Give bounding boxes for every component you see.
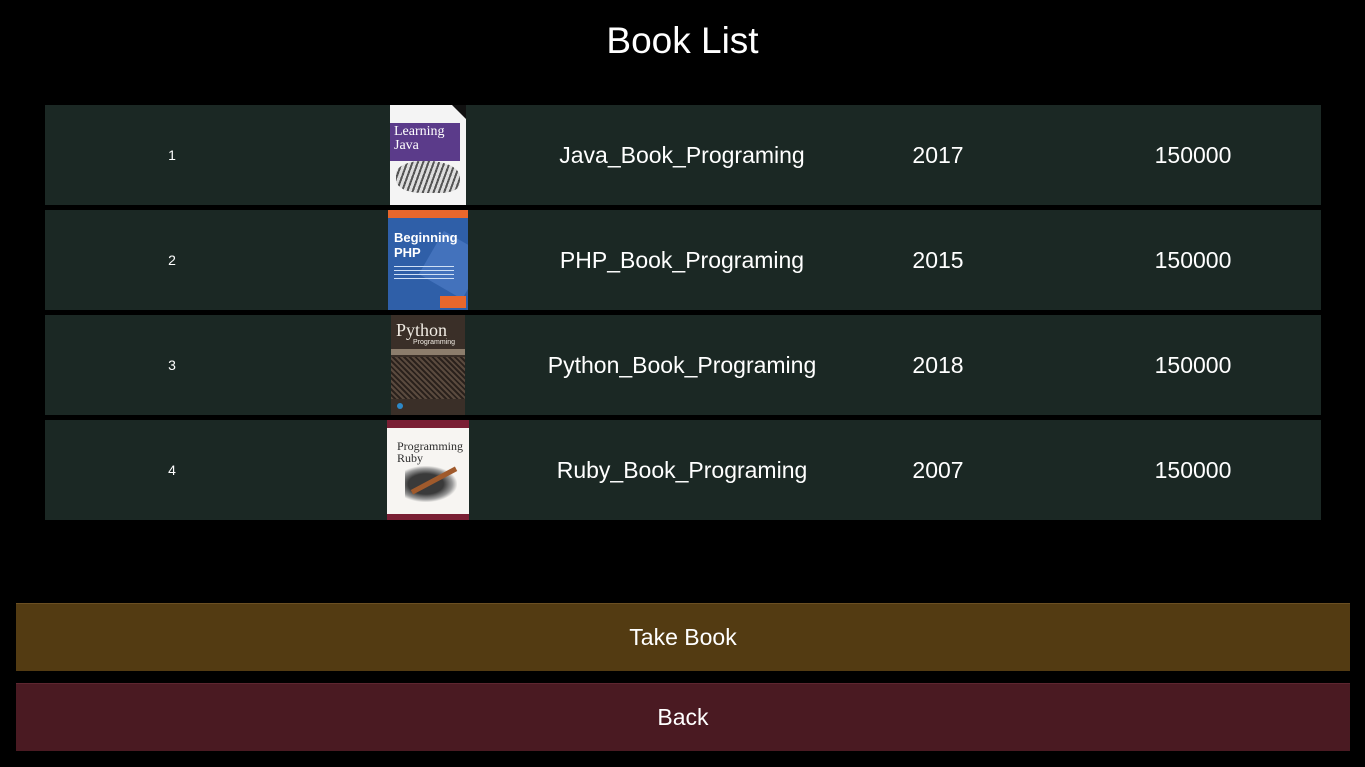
book-title: Java_Book_Programing <box>559 141 805 168</box>
cover-subtitle: Programming <box>413 339 456 346</box>
book-year: 2007 <box>912 456 964 483</box>
book-row-1[interactable]: 1 Learning Java Java_Book_Programing 201… <box>45 105 1321 205</box>
book-year: 2017 <box>912 141 964 168</box>
book-price: 150000 <box>1154 351 1232 378</box>
book-index: 4 <box>168 462 176 478</box>
book-index: 1 <box>168 147 176 163</box>
book-row-3[interactable]: 3 Python Programming Python_Book_Program… <box>45 315 1321 415</box>
book-index: 3 <box>168 357 176 373</box>
take-book-button[interactable]: Take Book <box>16 603 1350 671</box>
book-price: 150000 <box>1154 456 1232 483</box>
book-title: PHP_Book_Programing <box>559 246 805 273</box>
cover-title: Programming Ruby <box>397 439 463 465</box>
book-price: 150000 <box>1154 141 1232 168</box>
cover-title: Beginning PHP <box>394 230 458 260</box>
book-list-screen: Book List 1 Learning Java Java_Book_Prog… <box>0 0 1365 767</box>
book-list: 1 Learning Java Java_Book_Programing 201… <box>45 105 1321 525</box>
book-row-4[interactable]: 4 Programming Ruby Ruby_Book_Programing … <box>45 420 1321 520</box>
book-cover-cell: Python Programming <box>387 315 469 415</box>
python-programming-cover-image: Python Programming <box>391 315 465 415</box>
cover-title: Learning Java <box>394 124 445 153</box>
book-cover-cell: Programming Ruby <box>387 420 469 520</box>
cover-title: Python <box>396 320 448 340</box>
book-year: 2015 <box>912 246 964 273</box>
programming-ruby-cover-image: Programming Ruby <box>387 420 469 520</box>
book-row-2[interactable]: 2 Beginning PHP PHP_Book_Programing 2015… <box>45 210 1321 310</box>
book-cover-cell: Beginning PHP <box>387 210 469 310</box>
book-price: 150000 <box>1154 246 1232 273</box>
page-title: Book List <box>606 20 759 61</box>
learning-java-cover-image: Learning Java <box>390 105 466 205</box>
book-title: Ruby_Book_Programing <box>556 456 808 483</box>
book-index: 2 <box>168 252 176 268</box>
book-year: 2018 <box>912 351 964 378</box>
beginning-php-cover-image: Beginning PHP <box>388 210 468 310</box>
back-button[interactable]: Back <box>16 683 1350 751</box>
book-cover-cell: Learning Java <box>387 105 469 205</box>
book-title: Python_Book_Programing <box>547 351 817 378</box>
